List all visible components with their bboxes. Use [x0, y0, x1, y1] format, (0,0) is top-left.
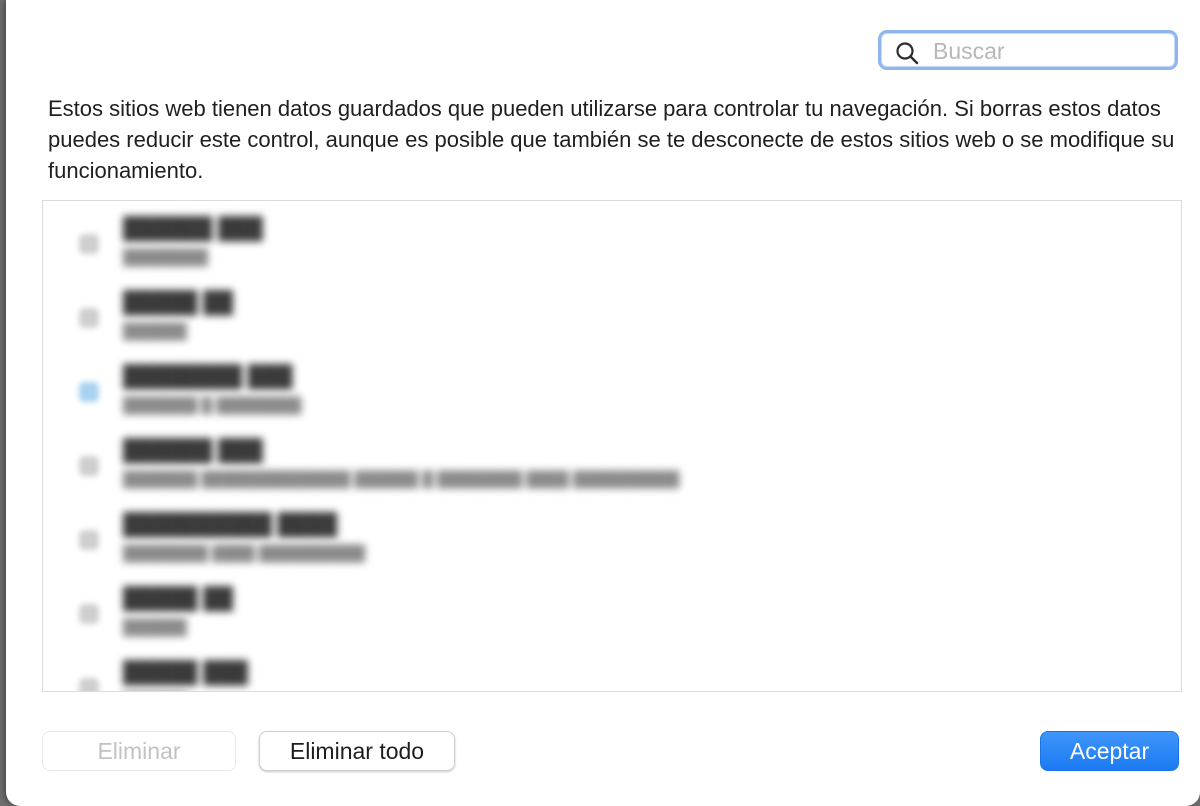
globe-icon [79, 456, 99, 476]
website-detail-redacted: ████████ [123, 249, 209, 266]
description-text: Estos sitios web tienen datos guardados … [48, 96, 1175, 183]
globe-icon [79, 234, 99, 254]
website-detail-redacted: ███████ █ ████████ [123, 397, 302, 414]
list-item[interactable]: ██████ ███ ███████ ██████████████ ██████… [43, 423, 1181, 497]
globe-icon [79, 308, 99, 328]
website-name-redacted: ████████ ███ [123, 365, 293, 388]
website-detail-redacted: ██████ [123, 323, 187, 340]
website-data-list[interactable]: ██████ ███ ████████ █████ ██ ██████ ████… [42, 200, 1182, 692]
list-item[interactable]: ██████████ ████ ████████ ████ ██████████ [43, 497, 1181, 571]
website-detail-redacted: ███████ ██████████████ ██████ █ ████████… [123, 471, 680, 488]
magnifying-glass-icon [896, 42, 919, 65]
search-field[interactable] [878, 30, 1178, 70]
list-item[interactable]: █████ ███ ██████ [43, 645, 1181, 691]
globe-icon [79, 678, 99, 691]
search-input[interactable] [933, 38, 1163, 64]
list-item[interactable]: █████ ██ ██████ [43, 571, 1181, 645]
remove-all-button[interactable]: Eliminar todo [259, 731, 455, 771]
list-item[interactable]: ████████ ███ ███████ █ ████████ [43, 349, 1181, 423]
globe-icon [79, 530, 99, 550]
website-name-redacted: ██████ ███ [123, 217, 263, 240]
accept-button[interactable]: Aceptar [1040, 731, 1179, 771]
website-name-redacted: █████ ██ [123, 587, 233, 610]
list-item[interactable]: █████ ██ ██████ [43, 275, 1181, 349]
manage-website-data-dialog: Estos sitios web tienen datos guardados … [6, 0, 1200, 806]
website-name-redacted: █████ ██ [123, 291, 233, 314]
site-favicon-icon [79, 382, 99, 402]
website-detail-redacted: ██████ [123, 619, 187, 636]
website-detail-redacted: ████████ ████ ██████████ [123, 545, 366, 562]
website-name-redacted: ██████████ ████ [123, 513, 338, 536]
globe-icon [79, 604, 99, 624]
list-item[interactable]: ██████ ███ ████████ [43, 201, 1181, 275]
website-name-redacted: █████ ███ [123, 661, 248, 684]
remove-button[interactable]: Eliminar [42, 731, 236, 771]
website-name-redacted: ██████ ███ [123, 439, 263, 462]
